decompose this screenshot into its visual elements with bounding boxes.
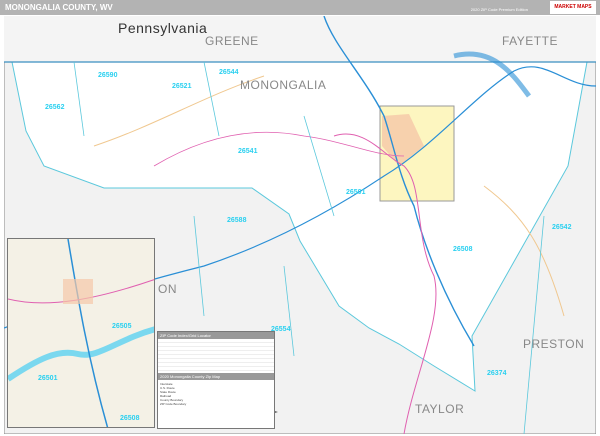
inset-zip-label: 26508 (120, 415, 140, 422)
publisher-logo: MARKET MAPS (550, 1, 596, 14)
zip-label: 26562 (45, 104, 65, 111)
inset-zip-label: 26501 (38, 375, 58, 382)
label-taylor: TAYLOR (415, 402, 465, 416)
label-preston: PRESTON (523, 337, 585, 351)
label-greene: GREENE (205, 34, 259, 48)
edition-label: 2020 ZIP Code Premium Edition (470, 7, 528, 12)
header-bar: MONONGALIA COUNTY, WV 2020 ZIP Code Prem… (0, 0, 600, 15)
zip-label: 26541 (238, 148, 258, 155)
zip-label: 26590 (98, 72, 118, 79)
zip-label: 26542 (552, 224, 572, 231)
legend-row: ZIP Code Boundary (160, 402, 187, 406)
inset-zip-label: 26505 (112, 323, 132, 330)
label-monongalia: MONONGALIA (240, 78, 327, 92)
zip-label: 26374 (487, 370, 507, 377)
legend-key-title: 2020 Monongalia County Zip Map (158, 373, 274, 380)
legend-table-title: ZIP Code Index/Grid Locator (158, 332, 274, 339)
zip-label: 26588 (227, 217, 247, 224)
label-fayette: FAYETTE (502, 34, 558, 48)
map-legend: ZIP Code Index/Grid Locator 2020 Mononga… (157, 331, 275, 429)
zip-label: 26508 (453, 246, 473, 253)
label-pennsylvania: Pennsylvania (118, 20, 208, 36)
label-marion: ON (158, 282, 177, 296)
zip-label: 26501 (346, 189, 366, 196)
zip-label: 26544 (219, 69, 239, 76)
zip-label: 26521 (172, 83, 192, 90)
map-title: MONONGALIA COUNTY, WV (5, 3, 113, 12)
inset-map[interactable]: 26505 26501 26508 (7, 238, 155, 428)
